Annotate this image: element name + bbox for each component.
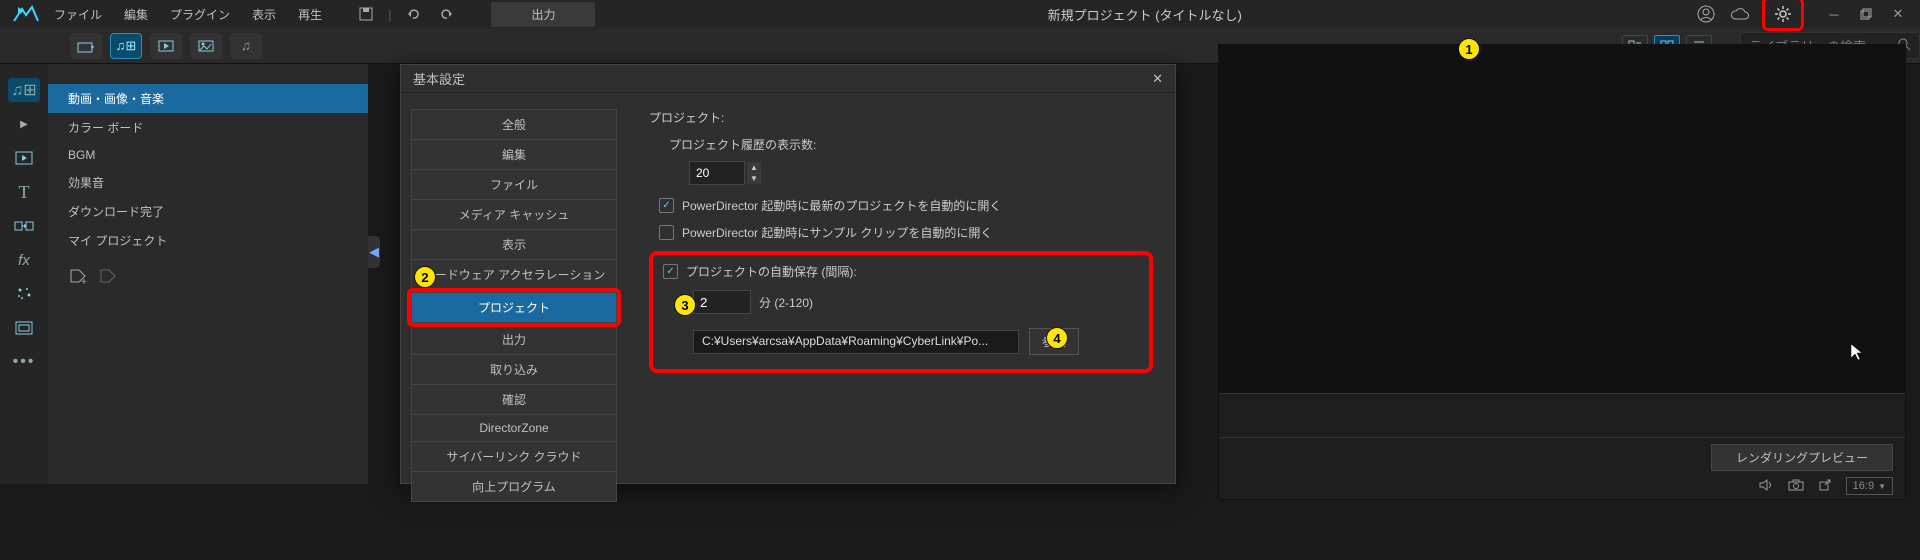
svg-text:+: + bbox=[81, 277, 87, 287]
nav-output[interactable]: 出力 bbox=[411, 325, 617, 355]
snapshot-icon[interactable] bbox=[1788, 479, 1804, 494]
nav-capture[interactable]: 取り込み bbox=[411, 355, 617, 385]
close-icon[interactable]: ✕ bbox=[1886, 2, 1910, 26]
rail-more-icon[interactable]: ••• bbox=[8, 350, 40, 374]
aspect-ratio-label: 16:9 bbox=[1853, 480, 1874, 492]
gear-icon[interactable] bbox=[1771, 2, 1795, 26]
account-icon[interactable] bbox=[1694, 2, 1718, 26]
callout-2: 2 bbox=[414, 266, 436, 288]
callout-1: 1 bbox=[1458, 38, 1480, 60]
autosave-label: プロジェクトの自動保存 (間隔): bbox=[686, 263, 857, 280]
settings-highlight-box bbox=[1762, 0, 1804, 31]
menu-plugins[interactable]: プラグイン bbox=[160, 2, 240, 27]
rail-chevron-right-icon[interactable]: ▶ bbox=[8, 112, 40, 136]
output-button[interactable]: 出力 bbox=[491, 2, 595, 27]
dialog-title-text: 基本設定 bbox=[413, 69, 465, 88]
history-count-input[interactable] bbox=[689, 161, 745, 185]
tag-add-icon[interactable]: + bbox=[68, 267, 88, 290]
settings-dialog: 基本設定 ✕ 全般 編集 ファイル メディア キャッシュ 表示 ハードウェア ア… bbox=[400, 64, 1176, 484]
rail-title-icon[interactable]: T bbox=[8, 180, 40, 204]
rail-media-icon[interactable]: ♫⊞ bbox=[8, 78, 40, 102]
save-icon[interactable] bbox=[354, 2, 378, 26]
volume-icon[interactable] bbox=[1758, 478, 1774, 495]
rail-fx-icon[interactable]: fx bbox=[8, 248, 40, 272]
render-preview-button[interactable]: レンダリングプレビュー bbox=[1711, 444, 1893, 471]
left-rail: ♫⊞ ▶ T fx ••• bbox=[0, 64, 48, 484]
lib-item-media[interactable]: 動画・画像・音楽 bbox=[48, 84, 368, 113]
lib-item-downloaded[interactable]: ダウンロード完了 bbox=[48, 197, 368, 226]
nav-project[interactable]: プロジェクト bbox=[411, 292, 617, 323]
rail-transition-icon[interactable] bbox=[8, 214, 40, 238]
open-sample-label: PowerDirector 起動時にサンプル クリップを自動的に開く bbox=[682, 224, 992, 241]
chevron-down-icon: ▼ bbox=[1878, 482, 1886, 491]
nav-file[interactable]: ファイル bbox=[411, 170, 617, 200]
cloud-icon[interactable] bbox=[1728, 2, 1752, 26]
history-down-icon[interactable]: ▼ bbox=[747, 173, 761, 184]
rail-particles-icon[interactable] bbox=[8, 282, 40, 306]
lib-item-colorboard[interactable]: カラー ボード bbox=[48, 113, 368, 142]
media-filter-all-icon[interactable]: ♫⊞ bbox=[110, 33, 142, 59]
app-logo bbox=[10, 4, 42, 24]
redo-icon[interactable] bbox=[435, 2, 459, 26]
nav-directorzone[interactable]: DirectorZone bbox=[411, 415, 617, 442]
maximize-icon[interactable] bbox=[1854, 2, 1878, 26]
nav-improvement[interactable]: 向上プログラム bbox=[411, 472, 617, 502]
minimize-icon[interactable]: ─ bbox=[1822, 2, 1846, 26]
tag-remove-icon[interactable] bbox=[98, 267, 118, 290]
preview-panel: レンダリングプレビュー 16:9 ▼ bbox=[1218, 44, 1906, 500]
nav-general[interactable]: 全般 bbox=[411, 109, 617, 140]
media-filter-video-icon[interactable] bbox=[150, 33, 182, 59]
nav-project-highlight-box: プロジェクト bbox=[407, 288, 621, 327]
menu-edit[interactable]: 編集 bbox=[114, 2, 158, 27]
cursor-icon bbox=[1849, 342, 1865, 367]
lib-item-bgm[interactable]: BGM bbox=[48, 142, 368, 168]
callout-3: 3 bbox=[674, 294, 696, 316]
rail-frame-icon[interactable] bbox=[8, 316, 40, 340]
media-filter-audio-icon[interactable]: ♫ bbox=[230, 33, 262, 59]
history-up-icon[interactable]: ▲ bbox=[747, 162, 761, 173]
open-sample-checkbox[interactable] bbox=[659, 225, 674, 240]
lib-item-myprojects[interactable]: マイ プロジェクト bbox=[48, 226, 368, 255]
nav-mediacache[interactable]: メディア キャッシュ bbox=[411, 200, 617, 230]
menu-file[interactable]: ファイル bbox=[44, 2, 112, 27]
autosave-interval-unit: 分 (2-120) bbox=[759, 294, 813, 311]
nav-hwaccel[interactable]: ハードウェア アクセラレーション bbox=[411, 260, 617, 290]
media-filter-image-icon[interactable] bbox=[190, 33, 222, 59]
callout-4: 4 bbox=[1046, 327, 1068, 349]
nav-confirm[interactable]: 確認 bbox=[411, 385, 617, 415]
autosave-interval-input[interactable] bbox=[693, 290, 751, 314]
settings-pane-project: プロジェクト: プロジェクト履歴の表示数: ▲ ▼ PowerDirector … bbox=[627, 93, 1175, 483]
menu-bar: ファイル 編集 プラグイン 表示 再生 | 出力 新規プロジェクト (タイトルな… bbox=[0, 0, 1920, 28]
menu-view[interactable]: 表示 bbox=[242, 2, 286, 27]
dialog-close-icon[interactable]: ✕ bbox=[1152, 71, 1163, 87]
nav-editing[interactable]: 編集 bbox=[411, 140, 617, 170]
open-recent-checkbox[interactable] bbox=[659, 198, 674, 213]
import-icon[interactable] bbox=[70, 33, 102, 59]
menu-playback[interactable]: 再生 bbox=[288, 2, 332, 27]
autosave-path-field[interactable]: C:¥Users¥arcsa¥AppData¥Roaming¥CyberLink… bbox=[693, 330, 1019, 354]
lib-item-soundfx[interactable]: 効果音 bbox=[48, 168, 368, 197]
nav-display[interactable]: 表示 bbox=[411, 230, 617, 260]
rail-video-icon[interactable] bbox=[8, 146, 40, 170]
autosave-highlight-box: プロジェクトの自動保存 (間隔): 分 (2-120) C:¥Users¥arc… bbox=[649, 251, 1153, 373]
nav-cloud[interactable]: サイバーリンク クラウド bbox=[411, 442, 617, 472]
open-recent-label: PowerDirector 起動時に最新のプロジェクトを自動的に開く bbox=[682, 197, 1001, 214]
undo-icon[interactable] bbox=[401, 2, 425, 26]
sidebar-collapse-handle[interactable]: ◀ bbox=[368, 236, 380, 268]
popout-icon[interactable] bbox=[1818, 478, 1832, 495]
settings-nav: 全般 編集 ファイル メディア キャッシュ 表示 ハードウェア アクセラレーショ… bbox=[401, 93, 627, 483]
aspect-ratio-selector[interactable]: 16:9 ▼ bbox=[1846, 477, 1893, 495]
preview-canvas bbox=[1219, 45, 1905, 393]
project-heading: プロジェクト: bbox=[649, 109, 1153, 126]
project-title: 新規プロジェクト (タイトルなし) bbox=[597, 5, 1692, 24]
history-count-label: プロジェクト履歴の表示数: bbox=[669, 136, 1153, 153]
library-category-list: 動画・画像・音楽 カラー ボード BGM 効果音 ダウンロード完了 マイ プロジ… bbox=[48, 64, 368, 484]
autosave-checkbox[interactable] bbox=[663, 264, 678, 279]
